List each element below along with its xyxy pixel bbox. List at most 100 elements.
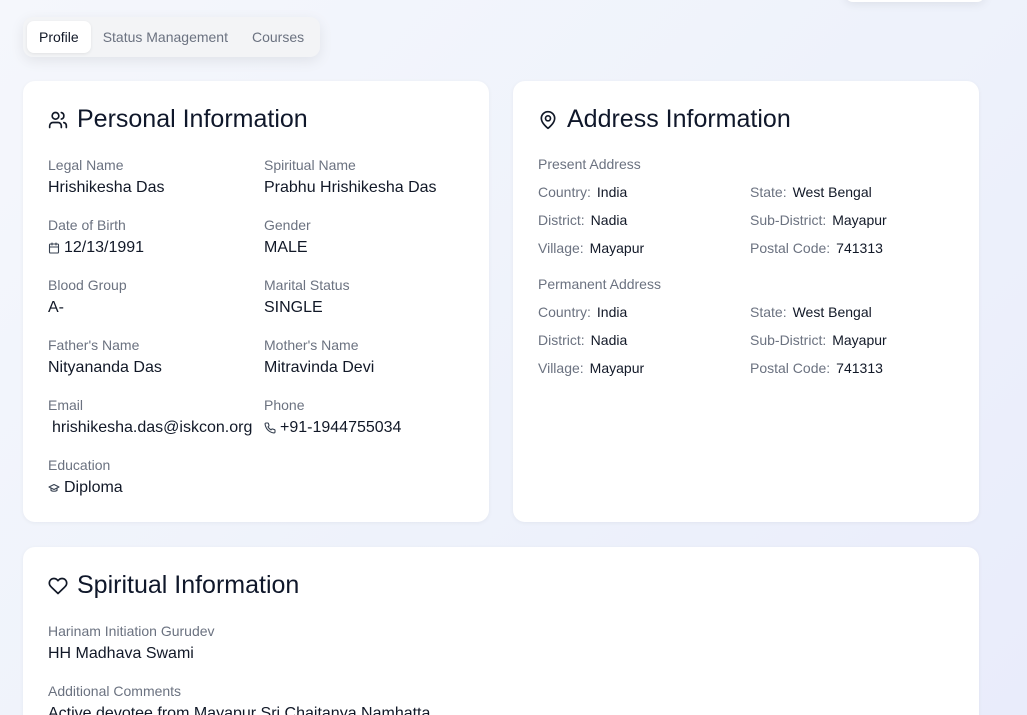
date-of-birth-value: 12/13/1991 [64,239,145,256]
permanent-country-label: Country: [538,304,591,320]
permanent-postal-value: 741313 [836,360,883,376]
address-information-title: Address Information [538,105,791,134]
present-subdistrict: Sub-District: Mayapur [750,212,887,228]
education-value: Diploma [64,479,123,496]
permanent-address-heading: Permanent Address [538,276,661,292]
map-pin-icon [538,110,558,130]
blood-group-label: Blood Group [48,277,127,293]
permanent-country-value: India [596,304,628,320]
address-information-card: Address Information Present Address Coun… [513,81,979,522]
present-postal-label: Postal Code: [750,240,831,256]
gurudev-label: Harinam Initiation Gurudev [48,623,215,639]
fathers-name-value: Nityananda Das [48,359,162,376]
phone-field: Phone +91-1944755034 [264,396,401,438]
permanent-subdistrict: Sub-District: Mayapur [750,332,887,348]
tab-status-management[interactable]: Status Management [91,21,240,53]
spiritual-name-field: Spiritual Name Prabhu Hrishikesha Das [264,156,437,198]
permanent-state-value: West Bengal [792,304,872,320]
permanent-postal-label: Postal Code: [750,360,831,376]
legal-name-value: Hrishikesha Das [48,179,165,196]
spiritual-name-value: Prabhu Hrishikesha Das [264,179,437,196]
tab-courses[interactable]: Courses [240,21,316,53]
present-country-value: India [596,184,628,200]
fathers-name-label: Father's Name [48,337,140,353]
present-state: State: West Bengal [750,184,872,200]
gender-label: Gender [264,217,311,233]
permanent-postal-code: Postal Code: 741313 [750,360,883,376]
mothers-name-value: Mitravinda Devi [264,359,375,376]
education-field: Education Diploma [48,456,123,498]
gurudev-value: HH Madhava Swami [48,645,194,662]
phone-value[interactable]: +91-1944755034 [280,418,401,438]
top-floating-panel [845,0,985,2]
address-information-heading: Address Information [567,105,791,133]
date-of-birth-label: Date of Birth [48,217,126,233]
present-address-heading: Present Address [538,156,641,172]
additional-comments-label: Additional Comments [48,683,182,699]
email-value[interactable]: hrishikesha.das@iskcon.org [52,418,252,438]
permanent-village: Village: Mayapur [538,360,644,376]
blood-group-value: A- [48,299,64,316]
email-label: Email [48,397,84,413]
phone-row: +91-1944755034 [264,418,401,438]
permanent-state-label: State: [750,304,787,320]
present-village-label: Village: [538,240,584,256]
graduation-cap-icon [48,482,60,494]
users-icon [48,110,68,130]
present-postal-code: Postal Code: 741313 [750,240,883,256]
spiritual-information-heading: Spiritual Information [77,571,300,599]
date-of-birth-row: 12/13/1991 [48,238,144,258]
gender-value: MALE [264,239,308,256]
legal-name-label: Legal Name [48,157,124,173]
permanent-district-value: Nadia [590,332,628,348]
marital-status-label: Marital Status [264,277,350,293]
marital-status-field: Marital Status SINGLE [264,276,350,318]
present-district-label: District: [538,212,585,228]
present-village: Village: Mayapur [538,240,644,256]
spiritual-name-label: Spiritual Name [264,157,356,173]
permanent-subdistrict-value: Mayapur [832,332,887,348]
personal-information-card: Personal Information Legal Name Hrishike… [23,81,489,522]
blood-group-field: Blood Group A- [48,276,127,318]
spiritual-information-title: Spiritual Information [48,571,299,600]
mothers-name-label: Mother's Name [264,337,359,353]
phone-label: Phone [264,397,305,413]
present-state-label: State: [750,184,787,200]
present-subdistrict-value: Mayapur [832,212,887,228]
personal-information-heading: Personal Information [77,105,308,133]
present-district: District: Nadia [538,212,627,228]
mothers-name-field: Mother's Name Mitravinda Devi [264,336,374,378]
education-row: Diploma [48,478,123,498]
email-row: hrishikesha.das@iskcon.org [48,418,252,438]
phone-icon [264,422,276,434]
present-subdistrict-label: Sub-District: [750,212,827,228]
gurudev-field: Harinam Initiation Gurudev HH Madhava Sw… [48,622,215,664]
present-country: Country: India [538,184,627,200]
fathers-name-field: Father's Name Nityananda Das [48,336,162,378]
profile-tabs: Profile Status Management Courses [23,17,321,57]
present-state-value: West Bengal [792,184,872,200]
permanent-state: State: West Bengal [750,304,872,320]
date-of-birth-field: Date of Birth 12/13/1991 [48,216,144,258]
permanent-district-label: District: [538,332,585,348]
personal-information-title: Personal Information [48,105,308,134]
present-district-value: Nadia [590,212,628,228]
email-field: Email hrishikesha.das@iskcon.org [48,396,252,438]
tab-profile[interactable]: Profile [27,21,91,53]
permanent-subdistrict-label: Sub-District: [750,332,827,348]
spiritual-information-card: Spiritual Information Harinam Initiation… [23,547,979,715]
education-label: Education [48,457,111,473]
permanent-country: Country: India [538,304,627,320]
permanent-village-label: Village: [538,360,584,376]
permanent-village-value: Mayapur [589,360,645,376]
additional-comments-field: Additional Comments Active devotee from … [48,682,430,715]
gender-field: Gender MALE [264,216,311,258]
heart-icon [48,576,68,596]
marital-status-value: SINGLE [264,299,323,316]
present-country-label: Country: [538,184,591,200]
legal-name-field: Legal Name Hrishikesha Das [48,156,164,198]
present-village-value: Mayapur [589,240,645,256]
permanent-district: District: Nadia [538,332,627,348]
calendar-icon [48,242,60,254]
present-postal-value: 741313 [836,240,883,256]
